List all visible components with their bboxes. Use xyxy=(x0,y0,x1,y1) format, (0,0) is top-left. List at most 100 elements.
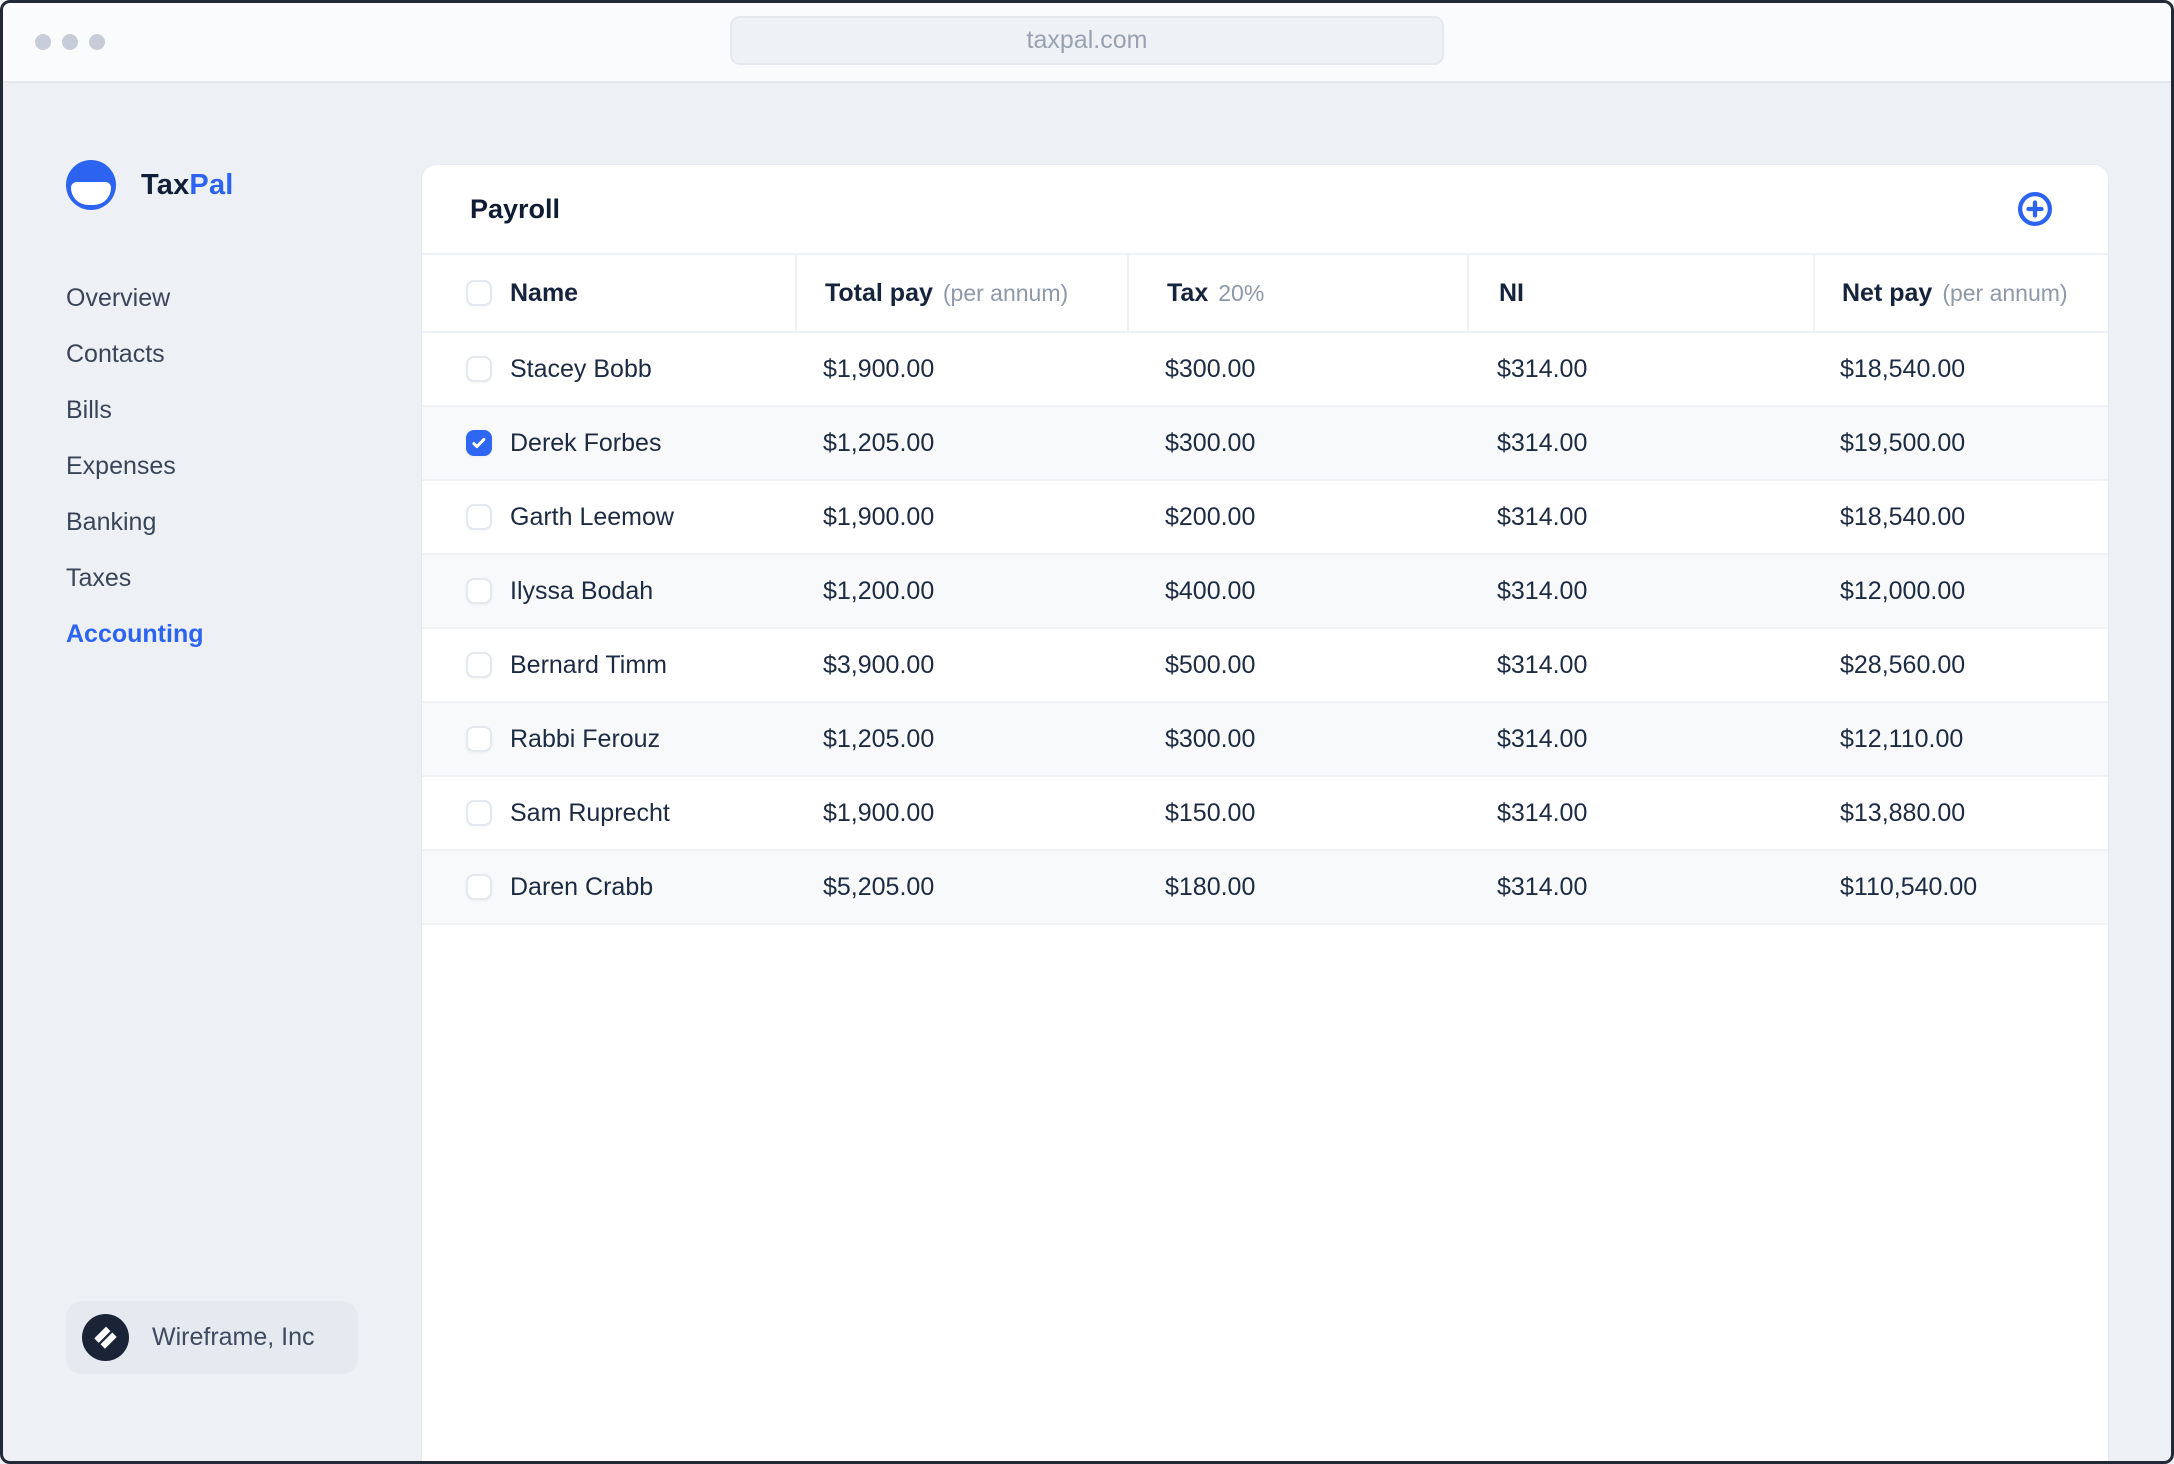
payroll-card-header: Payroll xyxy=(422,165,2108,255)
sidebar-item-overview[interactable]: Overview xyxy=(66,270,204,326)
table-body: Stacey Bobb $1,900.00 $300.00 $314.00 $1… xyxy=(422,333,2108,925)
cell-total-pay: $1,900.00 xyxy=(823,354,935,383)
sidebar-item-taxes[interactable]: Taxes xyxy=(66,550,204,606)
sidebar-nav: Overview Contacts Bills Expenses Banking Taxe… xyxy=(66,270,204,662)
cell-tax: $200.00 xyxy=(1165,502,1256,531)
column-header-net-pay: Net pay (per annum) xyxy=(1813,255,2108,331)
column-header-total-pay: Total pay (per annum) xyxy=(795,255,1127,331)
cell-name: Bernard Timm xyxy=(422,629,795,701)
cell-tax: $500.00 xyxy=(1165,650,1256,679)
cell-net-pay: $13,880.00 xyxy=(1840,798,1966,827)
cell-name: Derek Forbes xyxy=(422,407,795,479)
double-slash-circle-icon xyxy=(82,1314,129,1361)
cell-ni: $314.00 xyxy=(1497,576,1588,605)
cell-total-pay: $5,205.00 xyxy=(823,872,935,901)
row-checkbox[interactable] xyxy=(466,652,492,678)
table-row: Derek Forbes $1,205.00 $300.00 $314.00 $… xyxy=(422,407,2108,481)
employee-name: Stacey Bobb xyxy=(510,354,652,383)
cell-ni: $314.00 xyxy=(1497,798,1588,827)
table-row: Garth Leemow $1,900.00 $200.00 $314.00 $… xyxy=(422,481,2108,555)
cell-ni: $314.00 xyxy=(1497,650,1588,679)
cell-net-pay: $28,560.00 xyxy=(1840,650,1966,679)
table-row: Sam Ruprecht $1,900.00 $150.00 $314.00 $… xyxy=(422,777,2108,851)
row-checkbox[interactable] xyxy=(466,874,492,900)
row-checkbox[interactable] xyxy=(466,356,492,382)
cell-ni: $314.00 xyxy=(1497,724,1588,753)
cell-name: Rabbi Ferouz xyxy=(422,703,795,775)
cell-net-pay: $18,540.00 xyxy=(1840,502,1966,531)
row-checkbox[interactable] xyxy=(466,578,492,604)
employee-name: Derek Forbes xyxy=(510,428,662,457)
table-row: Daren Crabb $5,205.00 $180.00 $314.00 $1… xyxy=(422,851,2108,925)
cell-tax: $300.00 xyxy=(1165,428,1256,457)
row-checkbox[interactable] xyxy=(466,726,492,752)
column-header-ni: NI xyxy=(1467,255,1813,331)
cell-ni: $314.00 xyxy=(1497,502,1588,531)
browser-topbar: taxpal.com xyxy=(0,0,2174,83)
table-header-row: Name Total pay (per annum) Tax 20% NI Net … xyxy=(422,255,2108,333)
cell-name: Garth Leemow xyxy=(422,481,795,553)
table-row: Rabbi Ferouz $1,205.00 $300.00 $314.00 $… xyxy=(422,703,2108,777)
window-maximize-button[interactable] xyxy=(89,34,105,50)
sidebar-item-bills[interactable]: Bills xyxy=(66,382,204,438)
company-switcher[interactable]: Wireframe, Inc xyxy=(66,1301,358,1374)
page-title: Payroll xyxy=(470,193,561,224)
employee-name: Ilyssa Bodah xyxy=(510,576,654,605)
employee-name: Daren Crabb xyxy=(510,872,654,901)
row-checkbox[interactable] xyxy=(466,800,492,826)
employee-name: Bernard Timm xyxy=(510,650,667,679)
cell-tax: $150.00 xyxy=(1165,798,1256,827)
circle-plus-icon xyxy=(2017,191,2053,227)
sidebar-item-banking[interactable]: Banking xyxy=(66,494,204,550)
cell-net-pay: $19,500.00 xyxy=(1840,428,1966,457)
table-row: Stacey Bobb $1,900.00 $300.00 $314.00 $1… xyxy=(422,333,2108,407)
employee-name: Garth Leemow xyxy=(510,502,674,531)
cell-net-pay: $12,110.00 xyxy=(1840,724,1964,753)
employee-name: Sam Ruprecht xyxy=(510,798,670,827)
add-payroll-entry-button[interactable] xyxy=(2016,190,2054,228)
app-window: taxpal.com TaxPal Overview Contacts Bills E… xyxy=(0,0,2174,1464)
cell-total-pay: $1,900.00 xyxy=(823,798,935,827)
cell-name: Sam Ruprecht xyxy=(422,777,795,849)
table-row: Bernard Timm $3,900.00 $500.00 $314.00 $… xyxy=(422,629,2108,703)
cell-total-pay: $1,200.00 xyxy=(823,576,935,605)
cell-name: Daren Crabb xyxy=(422,851,795,923)
sidebar-item-expenses[interactable]: Expenses xyxy=(66,438,204,494)
column-header-name: Name xyxy=(422,255,795,331)
address-bar[interactable]: taxpal.com xyxy=(730,16,1444,65)
payroll-card: Payroll Name Total pay (per annum) Tax 20% xyxy=(422,165,2108,1464)
employee-name: Rabbi Ferouz xyxy=(510,724,661,753)
cell-tax: $300.00 xyxy=(1165,354,1256,383)
row-checkbox[interactable] xyxy=(466,504,492,530)
cell-total-pay: $1,205.00 xyxy=(823,428,935,457)
brand-logo: TaxPal xyxy=(66,160,234,210)
window-minimize-button[interactable] xyxy=(62,34,78,50)
company-name: Wireframe, Inc xyxy=(152,1323,315,1351)
row-checkbox[interactable] xyxy=(466,430,492,456)
cell-ni: $314.00 xyxy=(1497,354,1588,383)
cell-name: Stacey Bobb xyxy=(422,333,795,405)
address-bar-url: taxpal.com xyxy=(1026,26,1148,54)
sidebar-item-accounting[interactable]: Accounting xyxy=(66,606,204,662)
cell-net-pay: $18,540.00 xyxy=(1840,354,1966,383)
cell-tax: $300.00 xyxy=(1165,724,1256,753)
cell-tax: $180.00 xyxy=(1165,872,1256,901)
cell-total-pay: $1,205.00 xyxy=(823,724,935,753)
cell-tax: $400.00 xyxy=(1165,576,1256,605)
cell-ni: $314.00 xyxy=(1497,428,1588,457)
check-icon xyxy=(472,437,486,449)
table-row: Ilyssa Bodah $1,200.00 $400.00 $314.00 $… xyxy=(422,555,2108,629)
cell-net-pay: $12,000.00 xyxy=(1840,576,1966,605)
window-controls xyxy=(35,34,105,50)
cell-name: Ilyssa Bodah xyxy=(422,555,795,627)
select-all-checkbox[interactable] xyxy=(466,280,492,306)
taxpal-smile-circle-icon xyxy=(66,160,116,210)
cell-net-pay: $110,540.00 xyxy=(1840,872,1978,901)
cell-ni: $314.00 xyxy=(1497,872,1588,901)
brand-name: TaxPal xyxy=(141,168,234,201)
window-close-button[interactable] xyxy=(35,34,51,50)
cell-total-pay: $3,900.00 xyxy=(823,650,935,679)
sidebar-item-contacts[interactable]: Contacts xyxy=(66,326,204,382)
cell-total-pay: $1,900.00 xyxy=(823,502,935,531)
column-header-tax: Tax 20% xyxy=(1127,255,1467,331)
